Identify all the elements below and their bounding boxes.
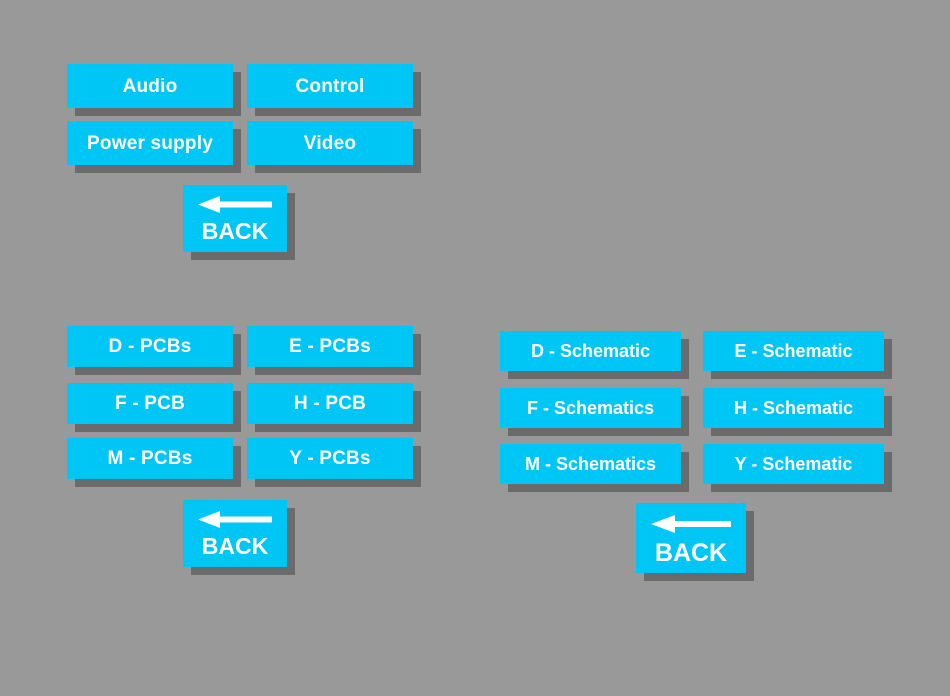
category-button-audio[interactable]: Audio [67,64,233,108]
pcb-button-e[interactable]: E - PCBs [247,326,413,367]
schematic-button-f[interactable]: F - Schematics [500,388,681,428]
category-button-label: Audio [122,75,178,97]
pcb-button-label: Y - PCBs [289,448,371,469]
pcb-menu-back-button[interactable]: BACK [183,500,287,567]
pcb-button-label: M - PCBs [107,448,193,469]
category-button-label: Video [303,132,357,154]
screen-canvas: Audio Control Power supply Video BACK D … [0,0,950,696]
category-button-label: Control [295,75,365,97]
schematic-button-label: F - Schematics [526,398,655,418]
category-button-video[interactable]: Video [247,121,413,165]
pcb-button-label: D - PCBs [108,336,192,357]
pcb-button-h[interactable]: H - PCB [247,383,413,424]
category-button-control[interactable]: Control [247,64,413,108]
category-button-label: Power supply [87,132,213,154]
pcb-button-d[interactable]: D - PCBs [67,326,233,367]
pcb-button-y[interactable]: Y - PCBs [247,438,413,479]
schematic-button-label: H - Schematic [733,398,854,418]
pcb-button-label: E - PCBs [289,336,371,357]
category-button-power-supply[interactable]: Power supply [67,121,233,165]
category-menu-back-button[interactable]: BACK [183,185,287,252]
arrow-left-icon [651,513,731,538]
schematic-button-y[interactable]: Y - Schematic [703,444,884,484]
pcb-button-label: H - PCB [293,393,367,414]
back-button-label: BACK [201,533,269,559]
schematic-button-label: E - Schematic [734,341,853,361]
back-button-label: BACK [201,218,269,244]
schematic-button-label: M - Schematics [524,454,657,474]
schematic-button-d[interactable]: D - Schematic [500,331,681,371]
arrow-left-icon [198,509,272,532]
schematic-button-m[interactable]: M - Schematics [500,444,681,484]
schematic-button-label: Y - Schematic [734,454,853,474]
pcb-button-f[interactable]: F - PCB [67,383,233,424]
schematic-button-e[interactable]: E - Schematic [703,331,884,371]
schematic-menu-back-button[interactable]: BACK [636,503,746,573]
schematic-button-h[interactable]: H - Schematic [703,388,884,428]
back-button-label: BACK [654,539,728,567]
arrow-left-icon [198,194,272,217]
pcb-button-m[interactable]: M - PCBs [67,438,233,479]
pcb-button-label: F - PCB [114,393,185,414]
schematic-button-label: D - Schematic [530,341,651,361]
